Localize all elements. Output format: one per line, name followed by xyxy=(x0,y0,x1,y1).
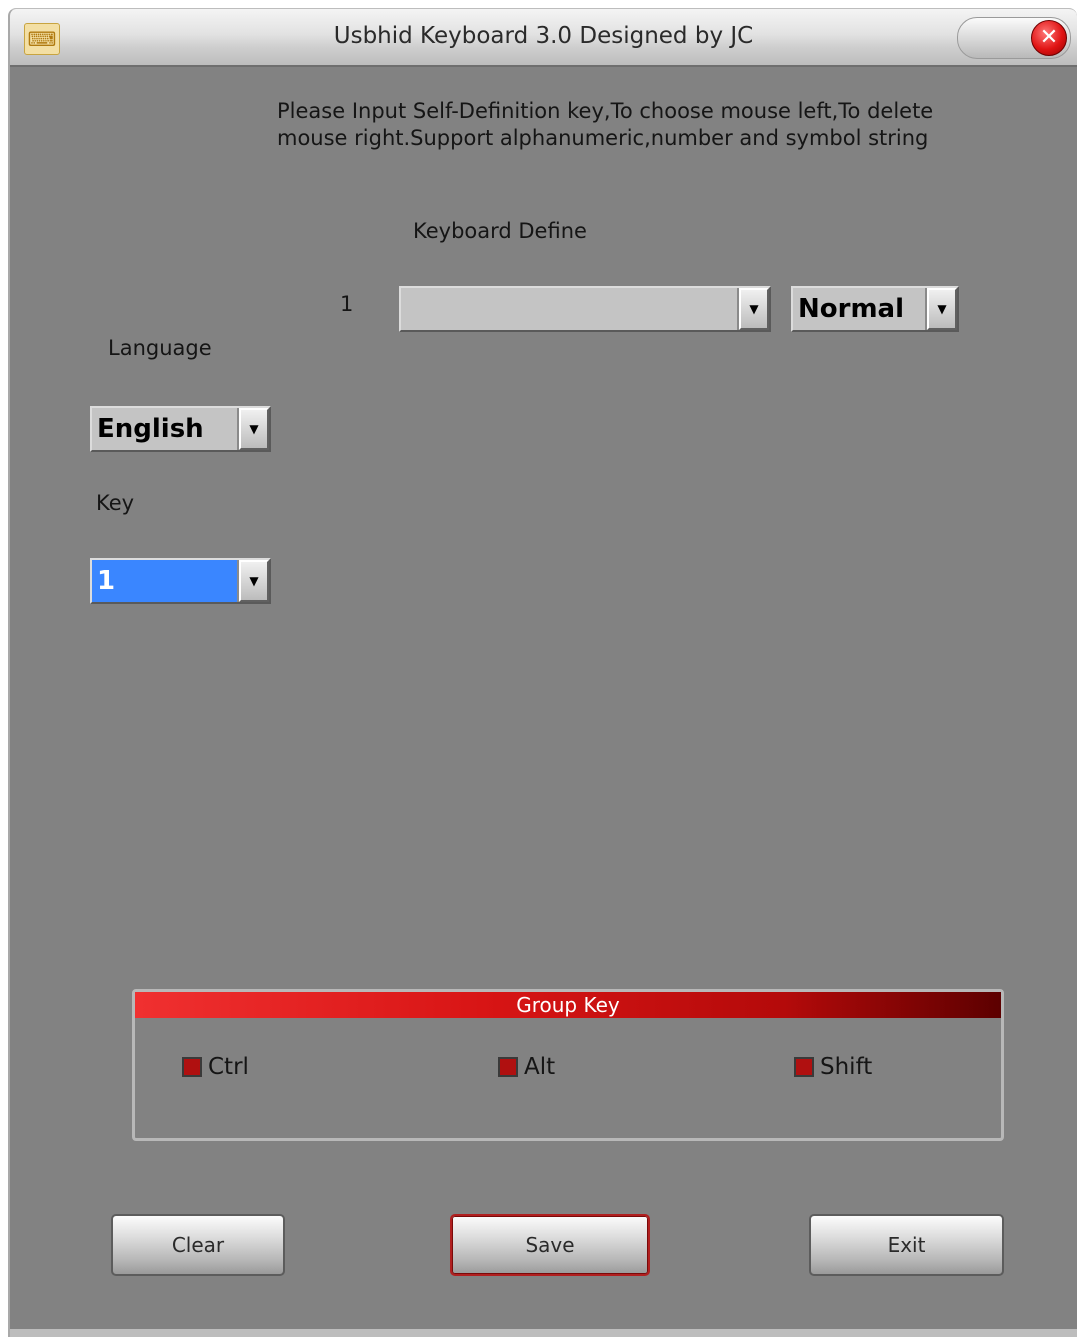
alt-checkbox[interactable]: Alt xyxy=(498,1054,555,1080)
group-key-box: Group Key Ctrl Alt Shift xyxy=(132,989,1004,1141)
ctrl-checkbox[interactable]: Ctrl xyxy=(182,1054,249,1080)
row-number-label: 1 xyxy=(340,292,354,316)
instruction-text: Please Input Self-Definition key,To choo… xyxy=(277,99,934,150)
shift-label: Shift xyxy=(820,1054,873,1080)
close-icon[interactable]: ✕ xyxy=(1031,20,1067,56)
save-button[interactable]: Save xyxy=(450,1214,650,1276)
checkbox-icon[interactable] xyxy=(182,1057,202,1077)
language-dropdown[interactable]: English ▼ xyxy=(90,406,271,452)
app-window: ⌨ Usbhid Keyboard 3.0 Designed by JC ✕ P… xyxy=(8,8,1077,1337)
dropdown-arrow-icon[interactable]: ▼ xyxy=(927,288,957,330)
dropdown-arrow-icon[interactable]: ▼ xyxy=(739,288,769,330)
key-definition-dropdown[interactable]: ▼ xyxy=(399,286,771,332)
group-key-header: Group Key xyxy=(135,992,1001,1018)
clear-button[interactable]: Clear xyxy=(111,1214,285,1276)
checkbox-icon[interactable] xyxy=(794,1057,814,1077)
key-label: Key xyxy=(96,491,135,515)
key-dropdown[interactable]: 1 ▼ xyxy=(90,558,271,604)
alt-label: Alt xyxy=(524,1054,556,1080)
shift-checkbox[interactable]: Shift xyxy=(794,1054,872,1080)
key-definition-value[interactable] xyxy=(401,288,739,330)
checkbox-icon[interactable] xyxy=(498,1057,518,1077)
keyboard-define-label: Keyboard Define xyxy=(413,219,587,243)
key-value[interactable]: 1 xyxy=(92,560,239,602)
dropdown-arrow-icon[interactable]: ▼ xyxy=(239,560,269,602)
window-bottom-border xyxy=(10,1329,1077,1337)
exit-button[interactable]: Exit xyxy=(809,1214,1004,1276)
language-label: Language xyxy=(108,336,212,360)
mode-value[interactable]: Normal xyxy=(793,288,927,330)
dropdown-arrow-icon[interactable]: ▼ xyxy=(239,408,269,450)
ctrl-label: Ctrl xyxy=(208,1054,249,1080)
title-bar[interactable]: ⌨ Usbhid Keyboard 3.0 Designed by JC ✕ xyxy=(10,9,1077,67)
window-title: Usbhid Keyboard 3.0 Designed by JC xyxy=(333,23,754,49)
mode-dropdown[interactable]: Normal ▼ xyxy=(791,286,959,332)
language-value[interactable]: English xyxy=(92,408,239,450)
